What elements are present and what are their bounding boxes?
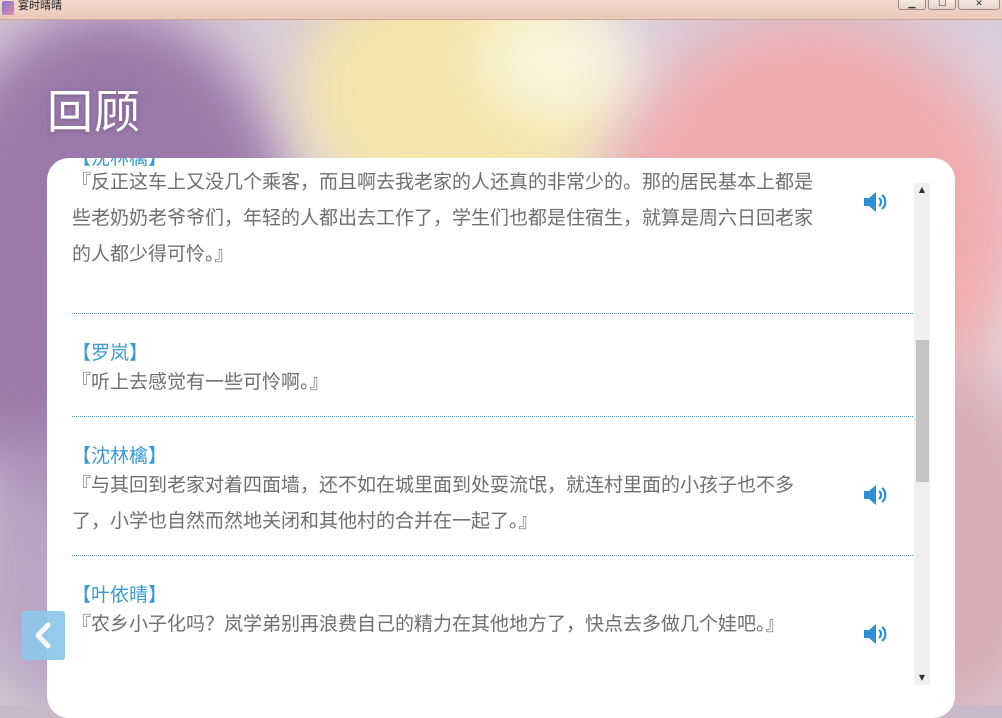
- dialogue-text: 『与其回到老家对着四面墙，还不如在城里面到处耍流氓，就连村里面的小孩子也不多了，…: [72, 474, 795, 532]
- backlog-entry: 【沈林檎】 『与其回到老家对着四面墙，还不如在城里面到处耍流氓，就连村里面的小孩…: [72, 416, 913, 556]
- back-arrow-icon: [35, 622, 51, 649]
- backlog-entry: 【叶依晴】 『农乡小子化吗？岚学弟别再浪费自己的精力在其他地方了，快点去多做几个…: [72, 555, 913, 688]
- window-title: 宴时晴晴: [18, 0, 62, 12]
- scroll-thumb[interactable]: [916, 340, 929, 482]
- maximize-button[interactable]: ☐: [928, 0, 956, 10]
- window-titlebar: 宴时晴晴 ▁ ☐ ✕: [0, 0, 1002, 20]
- speaker-icon[interactable]: [862, 622, 890, 646]
- back-button[interactable]: [22, 611, 65, 660]
- dialogue-text: 『反正这车上又没几个乘客，而且啊去我老家的人还真的非常少的。那的居民基本上都是些…: [72, 171, 814, 265]
- backlog-panel: 【沈林檎】 『反正这车上又没几个乘客，而且啊去我老家的人还真的非常少的。那的居民…: [47, 158, 955, 718]
- backlog-list[interactable]: 【沈林檎】 『反正这车上又没几个乘客，而且啊去我老家的人还真的非常少的。那的居民…: [72, 158, 913, 688]
- scroll-down-button[interactable]: ▼: [914, 671, 930, 685]
- scroll-up-button[interactable]: ▲: [914, 183, 930, 197]
- close-button[interactable]: ✕: [958, 0, 1000, 10]
- speaker-icon[interactable]: [862, 190, 890, 214]
- speaker-name: 【罗岚】: [72, 342, 149, 364]
- dialogue-text: 『农乡小子化吗？岚学弟别再浪费自己的精力在其他地方了，快点去多做几个娃吧。』: [72, 613, 785, 635]
- backlog-scrollbar[interactable]: ▲ ▼: [914, 183, 930, 685]
- speaker-name: 【沈林檎】: [72, 445, 168, 467]
- window-controls: ▁ ☐ ✕: [896, 0, 1000, 10]
- speaker-name: 【叶依晴】: [72, 584, 168, 606]
- minimize-button[interactable]: ▁: [898, 0, 926, 10]
- backlog-entry: 【沈林檎】 『反正这车上又没几个乘客，而且啊去我老家的人还真的非常少的。那的居民…: [72, 158, 913, 314]
- dialogue-text: 『听上去感觉有一些可怜啊。』: [72, 371, 329, 393]
- backlog-entry: 【罗岚】 『听上去感觉有一些可怜啊。』: [72, 313, 913, 417]
- page-title: 回顾: [47, 85, 141, 139]
- app-icon: [2, 1, 14, 15]
- speaker-icon[interactable]: [862, 483, 890, 507]
